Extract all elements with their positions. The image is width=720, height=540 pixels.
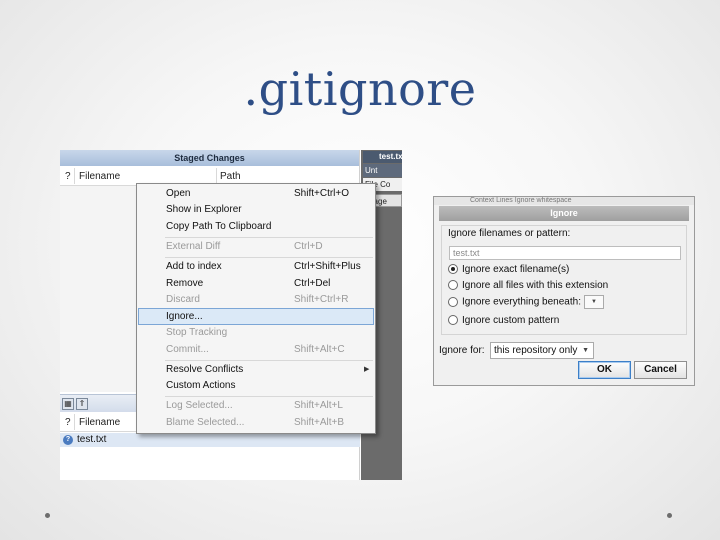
pattern-group-label: Ignore filenames or pattern: bbox=[446, 228, 573, 239]
slide-title: .gitignore bbox=[243, 62, 477, 116]
option-exact-filename[interactable]: Ignore exact filename(s) bbox=[448, 263, 569, 277]
decorative-dot-right bbox=[667, 513, 672, 518]
tree-view-icon[interactable]: ▦ bbox=[62, 398, 74, 410]
submenu-arrow-icon: ▶ bbox=[364, 366, 370, 373]
ignore-scope-dropdown[interactable]: this repository only ▼ bbox=[490, 342, 594, 359]
decorative-dot-left bbox=[45, 513, 50, 518]
option-extension[interactable]: Ignore all files with this extension bbox=[448, 279, 608, 293]
ignore-pattern-group: Ignore filenames or pattern: test.txt Ig… bbox=[441, 225, 687, 335]
ignore-dialog: Context Lines Ignore whitespace Ignore I… bbox=[433, 196, 695, 386]
stage-arrow-icon[interactable]: ⇑ bbox=[76, 398, 88, 410]
menu-item-blame-selected[interactable]: Blame Selected... Shift+Alt+B bbox=[138, 415, 374, 431]
filename-column-header-lower[interactable]: Filename bbox=[79, 417, 120, 428]
menu-item-add-to-index[interactable]: Add to index Ctrl+Shift+Plus bbox=[138, 259, 374, 275]
background-toolbar-strip: Context Lines Ignore whitespace bbox=[434, 197, 694, 205]
ok-button[interactable]: OK bbox=[578, 361, 631, 379]
radio-checked-icon[interactable] bbox=[448, 264, 458, 275]
unstaged-file-row[interactable]: ? test.txt bbox=[60, 433, 360, 447]
menu-item-remove[interactable]: Remove Ctrl+Del bbox=[138, 276, 374, 292]
path-column-header[interactable]: Path bbox=[220, 171, 241, 182]
option-custom-pattern[interactable]: Ignore custom pattern bbox=[448, 314, 559, 328]
menu-item-log-selected[interactable]: Log Selected... Shift+Alt+L bbox=[138, 398, 374, 414]
diff-tab[interactable]: test.txt bbox=[363, 151, 402, 163]
menu-item-copy-path[interactable]: Copy Path To Clipboard bbox=[138, 219, 374, 235]
chevron-down-icon: ▼ bbox=[582, 347, 589, 354]
beneath-path-dropdown[interactable]: ▼ bbox=[583, 295, 604, 309]
option-everything-beneath[interactable]: Ignore everything beneath: ▼ bbox=[448, 295, 604, 309]
menu-item-ignore[interactable]: Ignore... bbox=[138, 308, 374, 325]
menu-separator bbox=[165, 237, 373, 238]
menu-separator bbox=[165, 396, 373, 397]
radio-icon[interactable] bbox=[448, 297, 458, 307]
untracked-label: Unt bbox=[363, 164, 402, 177]
staged-changes-header: Staged Changes bbox=[60, 150, 359, 166]
menu-item-show-in-explorer[interactable]: Show in Explorer bbox=[138, 202, 374, 218]
pattern-input[interactable]: test.txt bbox=[449, 246, 681, 260]
dialog-title: Ignore bbox=[439, 206, 689, 221]
cancel-button[interactable]: Cancel bbox=[634, 361, 687, 379]
menu-item-custom-actions[interactable]: Custom Actions bbox=[138, 378, 374, 394]
menu-item-commit[interactable]: Commit... Shift+Alt+C bbox=[138, 342, 374, 358]
menu-item-resolve-conflicts[interactable]: Resolve Conflicts ▶ bbox=[138, 362, 374, 378]
unstaged-file-name: test.txt bbox=[77, 434, 107, 445]
menu-item-discard[interactable]: Discard Shift+Ctrl+R bbox=[138, 292, 374, 308]
menu-separator bbox=[165, 257, 373, 258]
ignore-for-label: Ignore for: bbox=[439, 345, 485, 356]
status-column-header-lower[interactable]: ? bbox=[65, 417, 71, 428]
menu-separator bbox=[165, 360, 373, 361]
menu-item-stop-tracking[interactable]: Stop Tracking bbox=[138, 325, 374, 341]
menu-item-open[interactable]: Open Shift+Ctrl+O bbox=[138, 186, 374, 202]
menu-item-external-diff[interactable]: External Diff Ctrl+D bbox=[138, 239, 374, 255]
status-column-header[interactable]: ? bbox=[65, 171, 71, 182]
radio-icon[interactable] bbox=[448, 280, 458, 291]
git-extensions-commit-screenshot: Staged Changes ? Filename Path ▦ ⇑ ? Fil… bbox=[60, 150, 402, 480]
radio-icon[interactable] bbox=[448, 315, 458, 326]
untracked-file-icon: ? bbox=[63, 435, 73, 445]
file-context-menu: Open Shift+Ctrl+O Show in Explorer Copy … bbox=[136, 183, 376, 434]
filename-column-header[interactable]: Filename bbox=[79, 171, 120, 182]
